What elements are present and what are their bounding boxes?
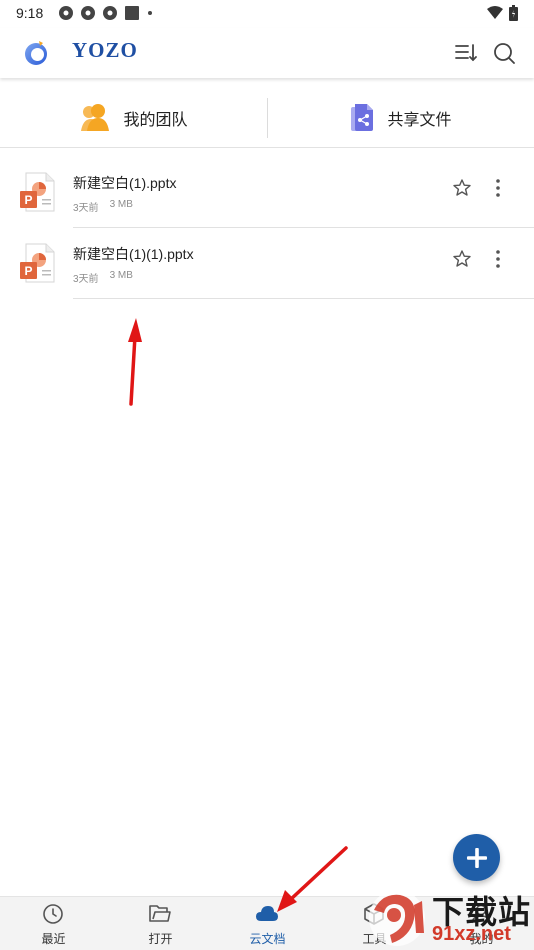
dot-icon xyxy=(148,11,152,15)
cloud-icon xyxy=(256,906,278,921)
file-age: 3天前 xyxy=(73,274,99,285)
watermark-logo-icon xyxy=(369,890,425,946)
svg-text:P: P xyxy=(24,193,32,207)
more-options-icon[interactable] xyxy=(490,249,506,269)
nav-item-recent[interactable]: 最近 xyxy=(0,897,107,950)
svg-text:P: P xyxy=(24,264,32,278)
more-options-icon[interactable] xyxy=(490,178,506,198)
file-name: 新建空白(1).pptx xyxy=(73,175,177,191)
file-list-item[interactable]: P 新建空白(1).pptx 3天前 3 MB xyxy=(0,157,534,228)
status-notification-icons xyxy=(58,5,154,21)
file-list-item[interactable]: P 新建空白(1)(1).pptx 3天前 3 MB xyxy=(0,228,534,299)
battery-icon xyxy=(509,5,518,21)
status-time: 9:18 xyxy=(16,5,44,21)
yozo-logo-icon xyxy=(25,41,47,65)
add-button[interactable] xyxy=(453,834,500,881)
nav-label: 云文档 xyxy=(249,932,286,946)
nav-item-cloud-docs[interactable]: 云文档 xyxy=(214,897,321,950)
plus-icon xyxy=(466,847,487,868)
sort-icon[interactable] xyxy=(453,40,479,66)
pptx-file-icon: P xyxy=(20,172,55,212)
status-bar: 9:18 xyxy=(0,0,534,28)
file-meta: 3天前 3 MB xyxy=(73,199,133,214)
my-team-label: 我的团队 xyxy=(123,110,188,129)
notification-icon xyxy=(81,6,95,20)
star-icon[interactable] xyxy=(452,249,472,269)
team-icon xyxy=(81,104,110,131)
file-meta: 3天前 3 MB xyxy=(73,270,133,285)
shared-files-button[interactable]: 共享文件 xyxy=(267,88,534,148)
search-icon[interactable] xyxy=(491,40,517,66)
notification-icon xyxy=(59,6,73,20)
divider xyxy=(73,298,534,299)
file-age: 3天前 xyxy=(73,203,99,214)
notification-icon xyxy=(103,6,117,20)
star-icon[interactable] xyxy=(452,178,472,198)
shared-file-icon xyxy=(351,104,374,131)
file-name: 新建空白(1)(1).pptx xyxy=(73,246,194,262)
team-share-bar: 我的团队 共享文件 xyxy=(0,88,534,148)
folder-open-icon xyxy=(149,905,171,922)
watermark-url: 91xz.net xyxy=(432,923,511,945)
pptx-file-icon: P xyxy=(20,243,55,283)
nav-label: 打开 xyxy=(148,932,173,946)
nav-label: 最近 xyxy=(41,932,66,946)
status-system-icons xyxy=(487,5,518,21)
app-notification-icon xyxy=(125,6,139,20)
file-size: 3 MB xyxy=(109,199,133,210)
my-team-button[interactable]: 我的团队 xyxy=(0,88,267,148)
file-size: 3 MB xyxy=(109,270,133,281)
annotation-arrow-up xyxy=(128,318,142,406)
site-watermark: 下载站 91xz.net xyxy=(362,885,534,950)
wifi-icon xyxy=(487,6,503,19)
nav-item-open[interactable]: 打开 xyxy=(107,897,214,950)
shared-files-label: 共享文件 xyxy=(387,110,452,129)
clock-icon xyxy=(43,904,63,924)
app-header: YOZO xyxy=(0,28,534,78)
app-title: YOZO xyxy=(72,38,138,62)
